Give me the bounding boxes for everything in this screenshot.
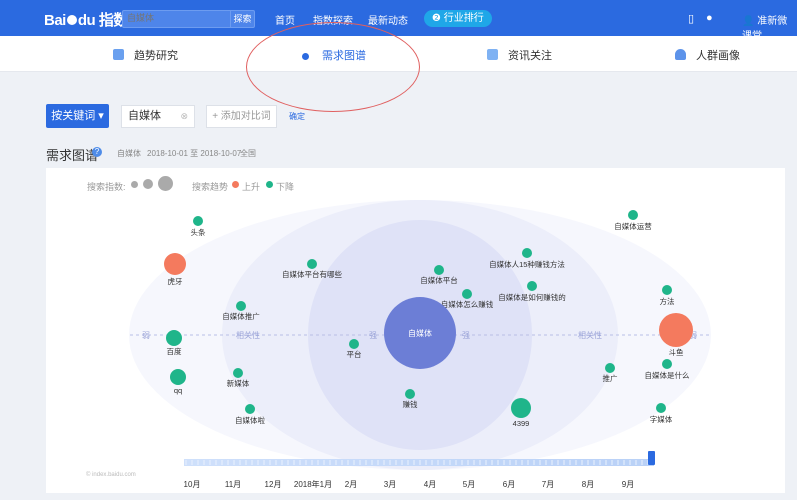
graph-node-label: 斗鱼 (669, 347, 684, 357)
graph-node-label: 自媒体人15种赚钱方法 (489, 259, 565, 269)
graph-node-label: 推广 (603, 373, 618, 383)
graph-node-label: 百度 (167, 346, 182, 356)
timeline-handle[interactable] (648, 451, 655, 465)
timeline-tick-label: 12月 (265, 480, 282, 489)
graph-node-label: 虎牙 (168, 276, 183, 286)
graph-node[interactable] (656, 403, 666, 413)
graph-node-label: 4399 (513, 419, 530, 428)
timeline-tick-label: 8月 (582, 480, 594, 489)
graph-node-label: 新媒体 (227, 378, 250, 388)
axis-label: 相关性 (236, 330, 260, 340)
graph-node[interactable] (164, 253, 186, 275)
graph-node[interactable] (307, 259, 317, 269)
graph-node[interactable] (405, 389, 415, 399)
graph-node[interactable] (193, 216, 203, 226)
graph-node[interactable] (527, 281, 537, 291)
center-node-label: 自媒体 (408, 328, 432, 338)
graph-node-label: qq (174, 386, 182, 395)
graph-node[interactable] (166, 330, 182, 346)
graph-node[interactable] (628, 210, 638, 220)
timeline-tick-label: 9月 (622, 480, 634, 489)
graph-node[interactable] (233, 368, 243, 378)
timeline-tick-label: 2月 (345, 480, 357, 489)
graph-node[interactable] (511, 398, 531, 418)
graph-node-label: 头条 (191, 227, 206, 237)
demand-graph: 弱相关性强强相关性弱 头条虎牙自媒体平台有哪些自媒体推广百度qq新媒体自媒体啦平… (129, 200, 711, 489)
graph-node-label: 自媒体平台有哪些 (282, 269, 342, 279)
graph-node[interactable] (236, 301, 246, 311)
graph-node[interactable] (462, 289, 472, 299)
timeline-tick-label: 10月 (184, 480, 201, 489)
graph-node[interactable] (170, 369, 186, 385)
graph-node-label: 字媒体 (650, 414, 673, 424)
graph-node-label: 自媒体是什么 (645, 370, 690, 380)
graph-node-label: 自媒体平台 (420, 275, 458, 285)
axis-label: 强 (369, 331, 377, 340)
graph-node-label: 平台 (347, 349, 362, 359)
graph-node[interactable] (662, 359, 672, 369)
timeline-tick-label: 4月 (424, 480, 436, 489)
graph-node-label: 自媒体怎么赚钱 (441, 299, 494, 309)
graph-node[interactable] (349, 339, 359, 349)
graph-node[interactable] (434, 265, 444, 275)
axis-label: 相关性 (578, 330, 602, 340)
graph-node[interactable] (605, 363, 615, 373)
graph-node-label: 自媒体是如何赚钱的 (498, 292, 566, 302)
graph-node-label: 方法 (660, 296, 675, 306)
graph-node-label: 自媒体推广 (222, 311, 260, 321)
graph-node[interactable] (245, 404, 255, 414)
graph-node[interactable] (522, 248, 532, 258)
timeline-tick-label: 2018年1月 (294, 479, 332, 489)
graph-node[interactable] (662, 285, 672, 295)
timeline-track[interactable] (184, 459, 654, 466)
graph-node-label: 自媒体啦 (235, 415, 265, 425)
graph-node-label: 自媒体运营 (614, 221, 652, 231)
timeline-tick-label: 6月 (503, 480, 515, 489)
watermark: © index.baidu.com (86, 472, 136, 478)
timeline-tick-label: 5月 (463, 480, 475, 489)
graph-node-label: 赚钱 (403, 399, 418, 409)
graph-node[interactable] (659, 313, 693, 347)
axis-label: 弱 (142, 331, 150, 340)
axis-label: 强 (462, 331, 470, 340)
timeline-tick-label: 11月 (225, 480, 241, 489)
timeline-tick-label: 3月 (384, 480, 396, 489)
timeline-tick-label: 7月 (542, 480, 554, 489)
